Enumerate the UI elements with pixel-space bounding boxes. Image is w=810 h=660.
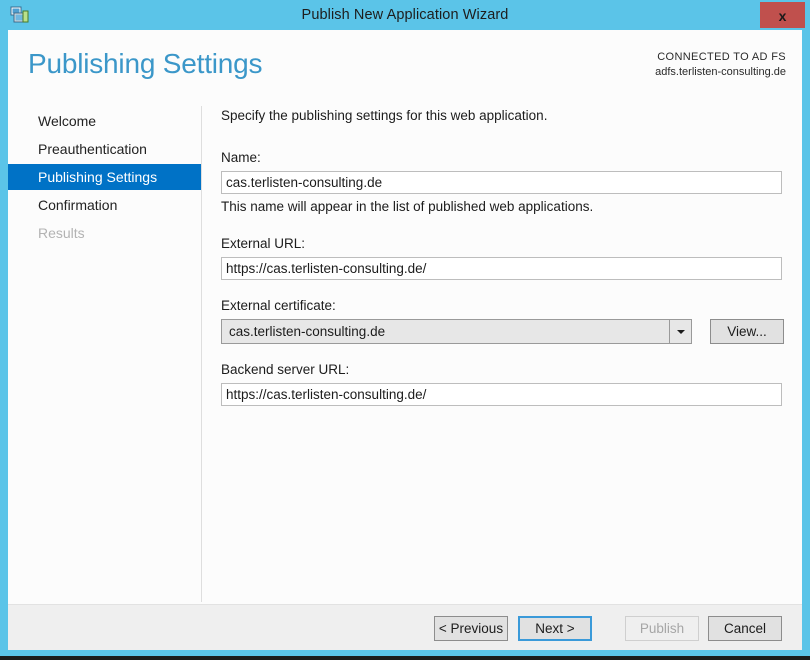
connected-status: CONNECTED TO AD FS adfs.terlisten-consul… <box>655 50 786 80</box>
publish-button: Publish <box>625 616 699 641</box>
backend-url-label: Backend server URL: <box>221 362 350 377</box>
external-certificate-value: cas.terlisten-consulting.de <box>229 324 386 339</box>
chevron-down-icon[interactable] <box>669 320 691 343</box>
page-header: Publishing Settings CONNECTED TO AD FS a… <box>8 30 802 104</box>
connected-label: CONNECTED TO AD FS <box>657 51 786 63</box>
title-bar: Publish New Application Wizard x <box>0 0 810 30</box>
name-label: Name: <box>221 150 261 165</box>
connected-server: adfs.terlisten-consulting.de <box>655 66 786 78</box>
sidebar-item-confirmation[interactable]: Confirmation <box>8 192 201 218</box>
external-certificate-field-group: External certificate: cas.terlisten-cons… <box>221 298 791 344</box>
external-certificate-label: External certificate: <box>221 298 336 313</box>
name-field-group: Name: This name will appear in the list … <box>221 150 791 214</box>
instruction-text: Specify the publishing settings for this… <box>221 108 548 123</box>
external-url-label: External URL: <box>221 236 306 251</box>
backend-url-field-group: Backend server URL: <box>221 362 791 406</box>
backend-url-input[interactable] <box>221 383 782 406</box>
sidebar-item-publishing-settings[interactable]: Publishing Settings <box>8 164 201 190</box>
sidebar-item-results: Results <box>38 225 85 241</box>
sidebar-item-preauthentication[interactable]: Preauthentication <box>8 136 201 162</box>
certificate-row: cas.terlisten-consulting.de View... <box>221 319 791 344</box>
external-url-input[interactable] <box>221 257 782 280</box>
footer-button-bar: < Previous Next > Publish Cancel <box>8 605 802 650</box>
main-content: Specify the publishing settings for this… <box>221 108 791 406</box>
next-button[interactable]: Next > <box>518 616 592 641</box>
cancel-button[interactable]: Cancel <box>708 616 782 641</box>
name-input[interactable] <box>221 171 782 194</box>
close-button[interactable]: x <box>760 2 805 28</box>
sidebar-item-welcome[interactable]: Welcome <box>8 108 201 134</box>
previous-button[interactable]: < Previous <box>434 616 508 641</box>
external-url-field-group: External URL: <box>221 236 791 280</box>
external-certificate-select[interactable]: cas.terlisten-consulting.de <box>221 319 692 344</box>
sidebar-divider <box>201 106 202 602</box>
wizard-steps-sidebar: Welcome Preauthentication Publishing Set… <box>8 108 201 248</box>
page-title: Publishing Settings <box>28 48 263 79</box>
wizard-window: Publish New Application Wizard x Publish… <box>0 0 810 658</box>
window-title: Publish New Application Wizard <box>301 7 509 23</box>
name-hint: This name will appear in the list of pub… <box>221 199 594 214</box>
wizard-client-area: Publishing Settings CONNECTED TO AD FS a… <box>8 30 802 650</box>
view-certificate-button[interactable]: View... <box>710 319 784 344</box>
